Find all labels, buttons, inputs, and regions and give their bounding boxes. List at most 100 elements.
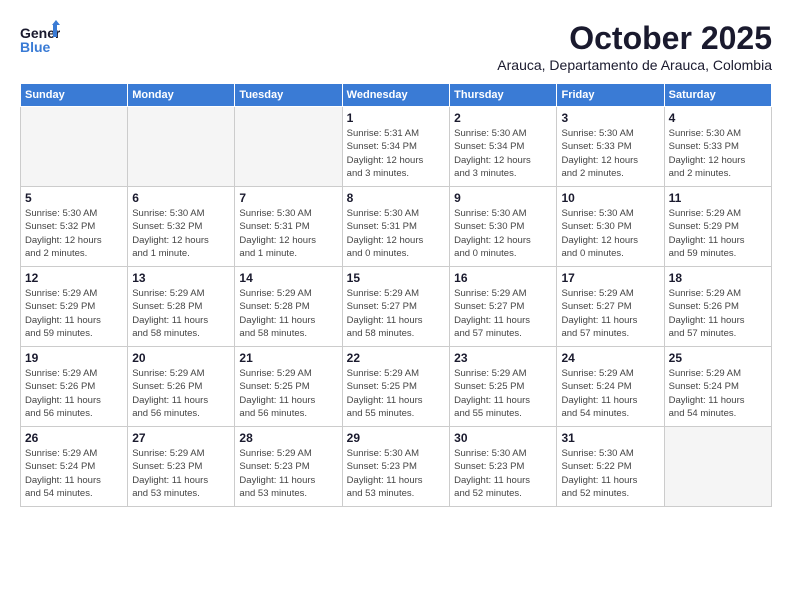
day-info: Sunrise: 5:29 AM Sunset: 5:25 PM Dayligh… bbox=[454, 367, 552, 420]
day-number: 25 bbox=[669, 351, 767, 365]
day-number: 24 bbox=[561, 351, 659, 365]
logo: General Blue bbox=[20, 20, 60, 55]
calendar-cell: 30 Sunrise: 5:30 AM Sunset: 5:23 PM Dayli… bbox=[450, 427, 557, 507]
day-number: 10 bbox=[561, 191, 659, 205]
day-number: 26 bbox=[25, 431, 123, 445]
location-title: Arauca, Departamento de Arauca, Colombia bbox=[497, 57, 772, 73]
calendar-cell: 24 Sunrise: 5:29 AM Sunset: 5:24 PM Dayli… bbox=[557, 347, 664, 427]
calendar-cell: 4 Sunrise: 5:30 AM Sunset: 5:33 PM Daylig… bbox=[664, 107, 771, 187]
calendar-cell: 11Sunrise: 5:29 AM Sunset: 5:29 PM Dayli… bbox=[664, 187, 771, 267]
calendar-cell: 20 Sunrise: 5:29 AM Sunset: 5:26 PM Dayli… bbox=[128, 347, 235, 427]
calendar-cell bbox=[235, 107, 342, 187]
day-info: Sunrise: 5:30 AM Sunset: 5:22 PM Dayligh… bbox=[561, 447, 659, 500]
calendar-cell bbox=[664, 427, 771, 507]
calendar-cell: 10 Sunrise: 5:30 AM Sunset: 5:30 PM Dayli… bbox=[557, 187, 664, 267]
day-info: Sunrise: 5:29 AM Sunset: 5:24 PM Dayligh… bbox=[561, 367, 659, 420]
day-number: 23 bbox=[454, 351, 552, 365]
day-info: Sunrise: 5:30 AM Sunset: 5:33 PM Dayligh… bbox=[561, 127, 659, 180]
weekday-header-monday: Monday bbox=[128, 84, 235, 107]
day-info: Sunrise: 5:29 AM Sunset: 5:29 PM Dayligh… bbox=[25, 287, 123, 340]
day-number: 3 bbox=[561, 111, 659, 125]
day-info: Sunrise: 5:29 AM Sunset: 5:23 PM Dayligh… bbox=[239, 447, 337, 500]
calendar-cell: 13 Sunrise: 5:29 AM Sunset: 5:28 PM Dayli… bbox=[128, 267, 235, 347]
day-number: 15 bbox=[347, 271, 445, 285]
calendar-cell: 16Sunrise: 5:29 AM Sunset: 5:27 PM Dayli… bbox=[450, 267, 557, 347]
day-info: Sunrise: 5:31 AM Sunset: 5:34 PM Dayligh… bbox=[347, 127, 445, 180]
day-info: Sunrise: 5:29 AM Sunset: 5:27 PM Dayligh… bbox=[454, 287, 552, 340]
day-info: Sunrise: 5:29 AM Sunset: 5:29 PM Dayligh… bbox=[669, 207, 767, 260]
day-info: Sunrise: 5:29 AM Sunset: 5:24 PM Dayligh… bbox=[669, 367, 767, 420]
day-number: 8 bbox=[347, 191, 445, 205]
day-info: Sunrise: 5:29 AM Sunset: 5:26 PM Dayligh… bbox=[25, 367, 123, 420]
day-number: 18 bbox=[669, 271, 767, 285]
calendar-cell: 1 Sunrise: 5:31 AM Sunset: 5:34 PM Daylig… bbox=[342, 107, 449, 187]
day-number: 14 bbox=[239, 271, 337, 285]
day-info: Sunrise: 5:30 AM Sunset: 5:30 PM Dayligh… bbox=[561, 207, 659, 260]
month-title: October 2025 bbox=[497, 20, 772, 57]
calendar-cell: 18 Sunrise: 5:29 AM Sunset: 5:26 PM Dayli… bbox=[664, 267, 771, 347]
day-number: 1 bbox=[347, 111, 445, 125]
day-number: 27 bbox=[132, 431, 230, 445]
calendar-cell bbox=[128, 107, 235, 187]
day-number: 28 bbox=[239, 431, 337, 445]
day-number: 5 bbox=[25, 191, 123, 205]
calendar-table: SundayMondayTuesdayWednesdayThursdayFrid… bbox=[20, 83, 772, 507]
day-info: Sunrise: 5:30 AM Sunset: 5:31 PM Dayligh… bbox=[239, 207, 337, 260]
calendar-week-1: 1 Sunrise: 5:31 AM Sunset: 5:34 PM Daylig… bbox=[21, 107, 772, 187]
calendar-cell: 28 Sunrise: 5:29 AM Sunset: 5:23 PM Dayli… bbox=[235, 427, 342, 507]
weekday-header-saturday: Saturday bbox=[664, 84, 771, 107]
day-number: 21 bbox=[239, 351, 337, 365]
day-number: 30 bbox=[454, 431, 552, 445]
calendar-cell: 25 Sunrise: 5:29 AM Sunset: 5:24 PM Dayli… bbox=[664, 347, 771, 427]
weekday-header-tuesday: Tuesday bbox=[235, 84, 342, 107]
day-info: Sunrise: 5:30 AM Sunset: 5:32 PM Dayligh… bbox=[132, 207, 230, 260]
weekday-header-sunday: Sunday bbox=[21, 84, 128, 107]
day-number: 29 bbox=[347, 431, 445, 445]
day-info: Sunrise: 5:30 AM Sunset: 5:23 PM Dayligh… bbox=[347, 447, 445, 500]
day-info: Sunrise: 5:29 AM Sunset: 5:28 PM Dayligh… bbox=[132, 287, 230, 340]
calendar-cell: 15 Sunrise: 5:29 AM Sunset: 5:27 PM Dayli… bbox=[342, 267, 449, 347]
day-info: Sunrise: 5:29 AM Sunset: 5:26 PM Dayligh… bbox=[669, 287, 767, 340]
day-number: 7 bbox=[239, 191, 337, 205]
day-info: Sunrise: 5:30 AM Sunset: 5:33 PM Dayligh… bbox=[669, 127, 767, 180]
calendar-header-row: SundayMondayTuesdayWednesdayThursdayFrid… bbox=[21, 84, 772, 107]
day-number: 6 bbox=[132, 191, 230, 205]
calendar-cell: 7 Sunrise: 5:30 AM Sunset: 5:31 PM Daylig… bbox=[235, 187, 342, 267]
weekday-header-wednesday: Wednesday bbox=[342, 84, 449, 107]
day-number: 9 bbox=[454, 191, 552, 205]
calendar-cell: 27Sunrise: 5:29 AM Sunset: 5:23 PM Dayli… bbox=[128, 427, 235, 507]
calendar-cell: 26Sunrise: 5:29 AM Sunset: 5:24 PM Dayli… bbox=[21, 427, 128, 507]
calendar-week-4: 19 Sunrise: 5:29 AM Sunset: 5:26 PM Dayli… bbox=[21, 347, 772, 427]
calendar-cell: 6 Sunrise: 5:30 AM Sunset: 5:32 PM Daylig… bbox=[128, 187, 235, 267]
page-header: General Blue October 2025 Arauca, Depart… bbox=[20, 20, 772, 73]
calendar-cell: 3 Sunrise: 5:30 AM Sunset: 5:33 PM Daylig… bbox=[557, 107, 664, 187]
day-info: Sunrise: 5:29 AM Sunset: 5:25 PM Dayligh… bbox=[347, 367, 445, 420]
calendar-cell: 12 Sunrise: 5:29 AM Sunset: 5:29 PM Dayli… bbox=[21, 267, 128, 347]
day-info: Sunrise: 5:30 AM Sunset: 5:32 PM Dayligh… bbox=[25, 207, 123, 260]
day-number: 12 bbox=[25, 271, 123, 285]
title-block: October 2025 Arauca, Departamento de Ara… bbox=[497, 20, 772, 73]
calendar-cell: 2Sunrise: 5:30 AM Sunset: 5:34 PM Daylig… bbox=[450, 107, 557, 187]
day-number: 19 bbox=[25, 351, 123, 365]
weekday-header-friday: Friday bbox=[557, 84, 664, 107]
calendar-week-2: 5 Sunrise: 5:30 AM Sunset: 5:32 PM Daylig… bbox=[21, 187, 772, 267]
day-info: Sunrise: 5:29 AM Sunset: 5:28 PM Dayligh… bbox=[239, 287, 337, 340]
day-number: 20 bbox=[132, 351, 230, 365]
day-number: 2 bbox=[454, 111, 552, 125]
calendar-cell: 19 Sunrise: 5:29 AM Sunset: 5:26 PM Dayli… bbox=[21, 347, 128, 427]
day-number: 4 bbox=[669, 111, 767, 125]
day-info: Sunrise: 5:30 AM Sunset: 5:23 PM Dayligh… bbox=[454, 447, 552, 500]
logo-icon: General Blue bbox=[20, 20, 60, 55]
calendar-week-5: 26Sunrise: 5:29 AM Sunset: 5:24 PM Dayli… bbox=[21, 427, 772, 507]
day-info: Sunrise: 5:29 AM Sunset: 5:25 PM Dayligh… bbox=[239, 367, 337, 420]
calendar-cell: 8 Sunrise: 5:30 AM Sunset: 5:31 PM Daylig… bbox=[342, 187, 449, 267]
day-number: 22 bbox=[347, 351, 445, 365]
day-info: Sunrise: 5:29 AM Sunset: 5:26 PM Dayligh… bbox=[132, 367, 230, 420]
calendar-cell: 21 Sunrise: 5:29 AM Sunset: 5:25 PM Dayli… bbox=[235, 347, 342, 427]
calendar-cell: 14 Sunrise: 5:29 AM Sunset: 5:28 PM Dayli… bbox=[235, 267, 342, 347]
day-number: 13 bbox=[132, 271, 230, 285]
calendar-cell bbox=[21, 107, 128, 187]
day-info: Sunrise: 5:29 AM Sunset: 5:27 PM Dayligh… bbox=[347, 287, 445, 340]
day-info: Sunrise: 5:30 AM Sunset: 5:31 PM Dayligh… bbox=[347, 207, 445, 260]
weekday-header-thursday: Thursday bbox=[450, 84, 557, 107]
